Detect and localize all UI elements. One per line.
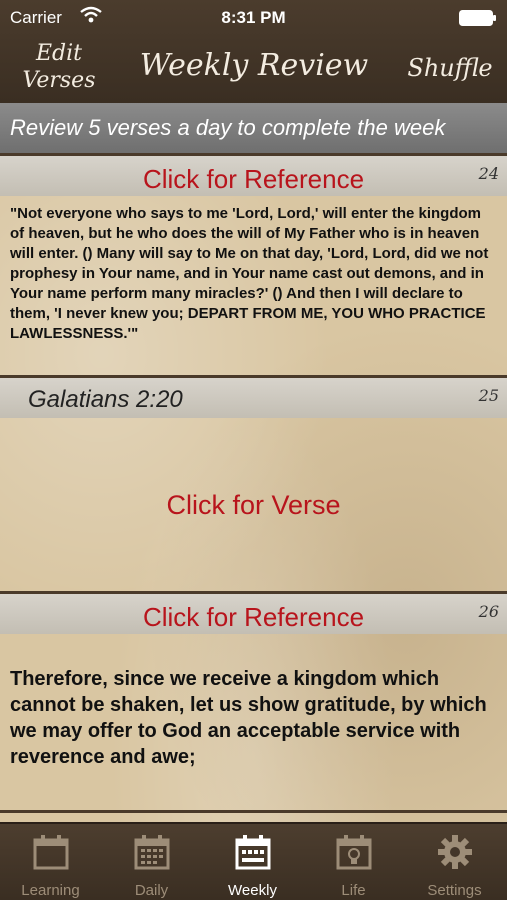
show-verse-button[interactable]: Click for Verse	[0, 490, 507, 521]
verse-text: "Not everyone who says to me 'Lord, Lord…	[10, 205, 489, 342]
reference-button[interactable]: Click for Reference	[0, 602, 507, 633]
edit-verses-line1: Edit	[35, 41, 83, 66]
verse-text: Therefore, since we receive a kingdom wh…	[10, 668, 487, 768]
verse-body[interactable]: Therefore, since we receive a kingdom wh…	[0, 634, 507, 810]
verse-number: 25	[478, 386, 499, 405]
tab-learning[interactable]: Learning	[0, 824, 101, 900]
tab-settings[interactable]: Settings	[404, 824, 505, 900]
verse-card[interactable]: Galatians 2:20 25 Click for Verse	[0, 375, 507, 594]
calendar-grid-icon	[134, 835, 170, 870]
calendar-week-icon	[235, 835, 271, 870]
instruction-banner: Review 5 verses a day to complete the we…	[0, 103, 507, 153]
tab-label: Life	[341, 882, 366, 899]
header: Carrier 8:31 PM Edit Verses Weekly Revie…	[0, 0, 507, 103]
gear-icon	[438, 835, 472, 869]
verse-card-header[interactable]: Click for Reference 24	[0, 156, 507, 196]
tab-bar: Learning Daily Weekly Life Settings	[0, 822, 507, 900]
verse-list[interactable]: Click for Reference 24 "Not everyone who…	[0, 153, 507, 822]
tab-label: Daily	[134, 882, 169, 899]
verse-number: 26	[478, 602, 499, 621]
verse-card-header: Galatians 2:20 25	[0, 378, 507, 418]
tab-label: Settings	[427, 882, 482, 899]
verse-card[interactable]: Click for Reference 24 "Not everyone who…	[0, 153, 507, 378]
shuffle-button[interactable]: Shuffle	[398, 54, 502, 82]
calendar-icon	[33, 835, 69, 870]
edit-verses-button[interactable]: Edit Verses	[10, 40, 108, 94]
status-time: 8:31 PM	[221, 8, 286, 27]
edit-verses-line2: Verses	[22, 68, 96, 93]
status-bar: Carrier 8:31 PM	[0, 0, 507, 36]
verse-card[interactable]: Click for Reference 26 Therefore, since …	[0, 591, 507, 810]
verse-number: 24	[478, 164, 499, 183]
tab-weekly[interactable]: Weekly	[202, 824, 303, 900]
battery-icon	[459, 10, 496, 26]
tab-daily[interactable]: Daily	[101, 824, 202, 900]
reference-button[interactable]: Click for Reference	[0, 164, 507, 195]
tab-life[interactable]: Life	[303, 824, 404, 900]
lightbulb-calendar-icon	[336, 835, 372, 870]
verse-body[interactable]: "Not everyone who says to me 'Lord, Lord…	[0, 196, 507, 378]
verse-card-next	[0, 810, 507, 822]
verse-body[interactable]: Click for Verse	[0, 418, 507, 594]
nav-bar: Edit Verses Weekly Review Shuffle	[0, 36, 507, 103]
tab-label: Learning	[21, 882, 80, 899]
page-title: Weekly Review	[139, 48, 369, 83]
tab-label: Weekly	[228, 882, 277, 899]
verse-card-header[interactable]: Click for Reference 26	[0, 594, 507, 634]
verse-reference: Galatians 2:20	[28, 386, 183, 413]
